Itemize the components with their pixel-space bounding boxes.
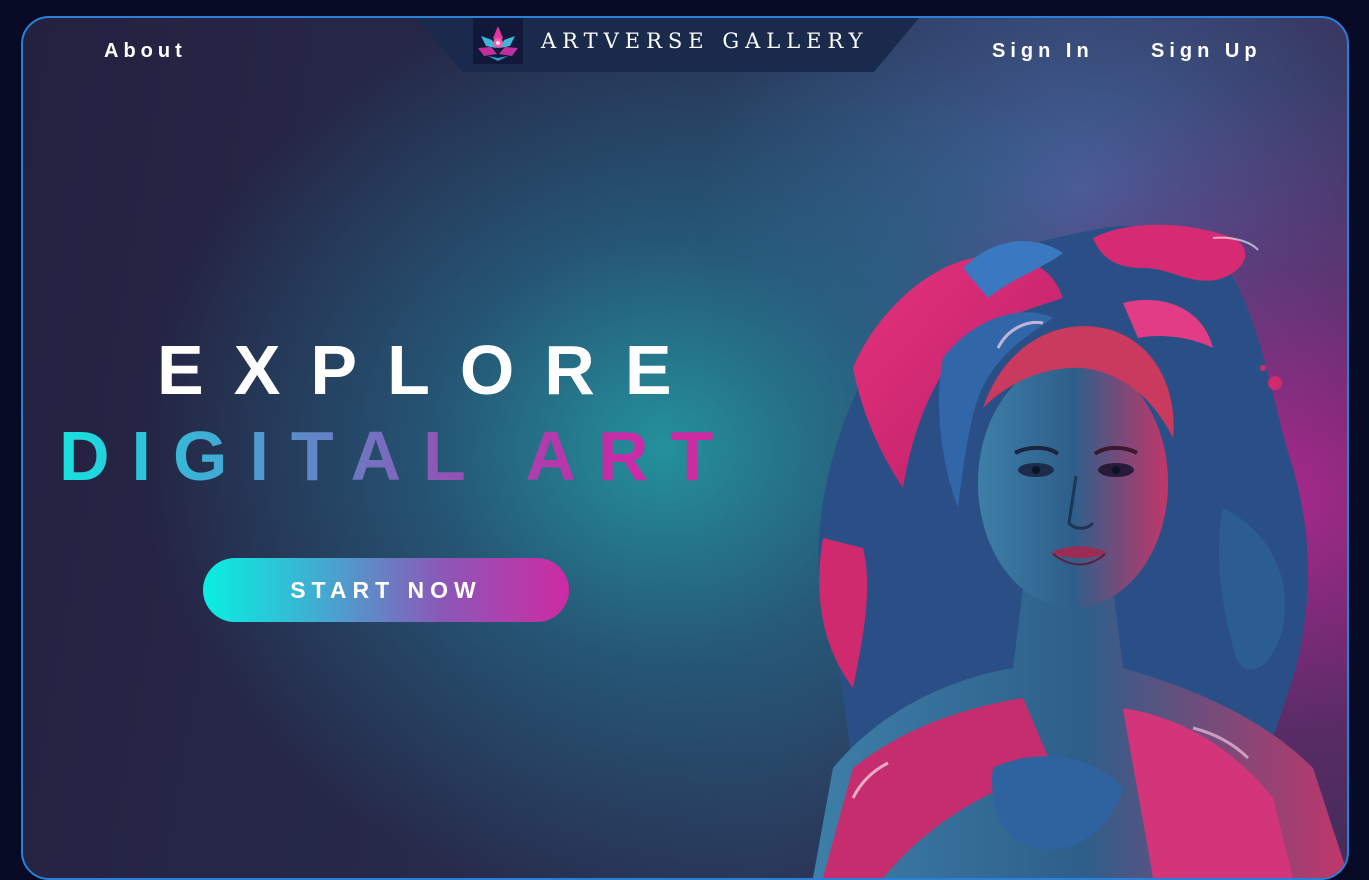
hero-title-line2: DIGITAL ART — [59, 417, 736, 495]
lotus-flower-icon[interactable] — [473, 18, 523, 64]
paint-splash-portrait — [793, 208, 1347, 878]
start-now-button[interactable]: START NOW — [203, 558, 569, 622]
sign-in-link[interactable]: Sign In — [992, 40, 1094, 63]
brand-name: ARTVERSE GALLERY — [541, 29, 869, 53]
main-frame: About ARTVERSE GALLERY Sign In Sign Up E… — [21, 16, 1349, 880]
sign-up-link[interactable]: Sign Up — [1151, 40, 1262, 63]
hero-title-line1: EXPLORE — [157, 331, 702, 409]
nav-about-link[interactable]: About — [104, 40, 187, 63]
